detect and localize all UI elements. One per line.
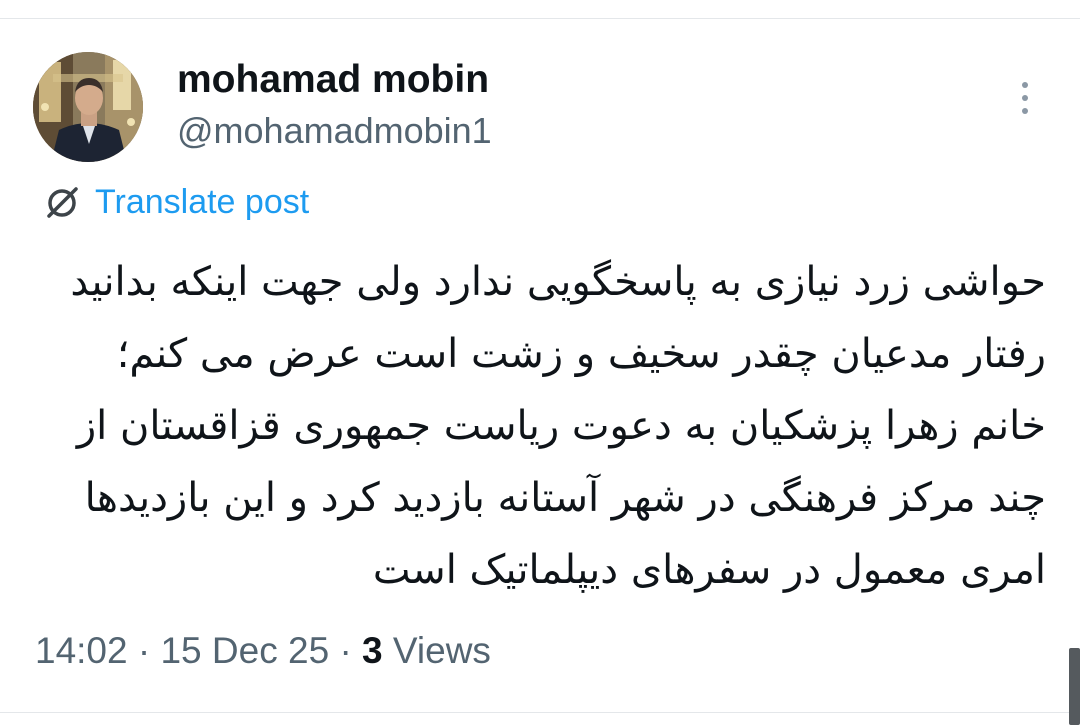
post-detail-view: mohamad mobin @mohamadmobin1 Translate p…: [0, 0, 1080, 725]
bottom-divider: [0, 712, 1080, 713]
more-vertical-icon: [1022, 82, 1028, 88]
post-date[interactable]: 15 Dec 25: [160, 630, 329, 671]
post-meta: 14:02 · 15 Dec 25 · 3 Views: [35, 630, 491, 672]
meta-separator: ·: [339, 630, 352, 671]
translate-post-button[interactable]: Translate post: [43, 180, 309, 224]
translate-globe-icon: [47, 187, 78, 218]
more-options-button[interactable]: [1005, 76, 1045, 120]
author-handle[interactable]: @mohamadmobin1: [177, 110, 492, 152]
more-vertical-icon-dot: [1022, 95, 1028, 101]
views-label: Views: [392, 630, 491, 671]
translate-post-label: Translate post: [95, 182, 310, 221]
author-display-name[interactable]: mohamad mobin: [177, 58, 489, 102]
avatar[interactable]: [33, 52, 143, 162]
post-time[interactable]: 14:02: [35, 630, 128, 671]
profile-photo-icon: [33, 52, 143, 162]
top-divider: [0, 18, 1080, 19]
scrollbar-thumb[interactable]: [1069, 648, 1080, 725]
post-text: حواشی زرد نیازی به پاسخگویی ندارد ولی جه…: [70, 259, 1046, 593]
more-vertical-icon-dot: [1022, 108, 1028, 114]
meta-separator: ·: [137, 630, 151, 671]
views-count: 3: [362, 630, 383, 671]
